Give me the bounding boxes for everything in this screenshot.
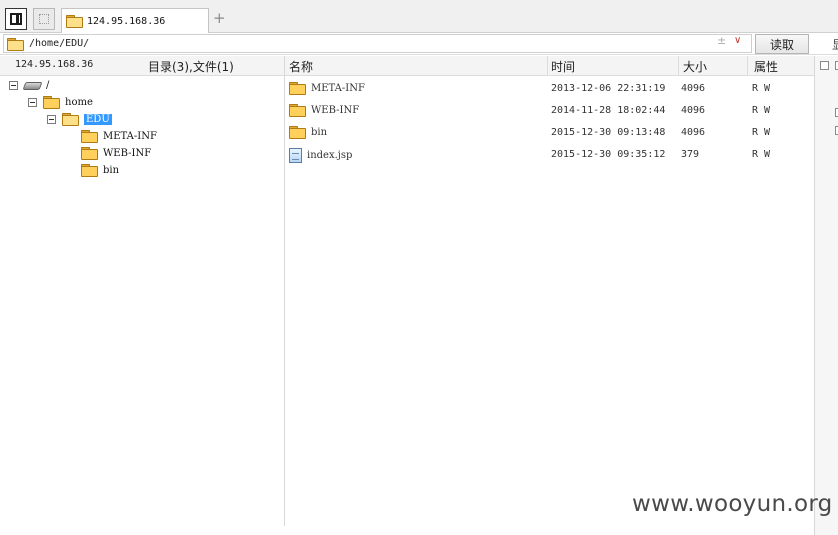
collapse-icon[interactable] — [820, 61, 829, 70]
file-name: bin — [311, 126, 328, 138]
file-time: 2015-12-30 09:13:48 — [551, 127, 666, 138]
folder-icon — [289, 104, 306, 117]
truncated-label: 显 — [832, 36, 838, 53]
file-name-cell: bin — [289, 126, 328, 139]
file-time: 2014-11-28 18:02:44 — [551, 105, 666, 116]
column-divider[interactable] — [678, 56, 679, 76]
address-bar: /home/EDU/ ± ∨ 读取 — [0, 33, 838, 55]
file-name: WEB-INF — [311, 104, 360, 116]
side-panel — [814, 56, 838, 535]
host-label: 124.95.168.36 — [15, 59, 94, 70]
add-tab-button[interactable]: + — [213, 11, 226, 26]
column-divider[interactable] — [547, 56, 548, 76]
tree-label: META-INF — [103, 130, 157, 142]
tree-label: bin — [103, 164, 120, 176]
file-size: 379 — [681, 149, 700, 160]
file-row[interactable]: WEB-INF 2014-11-28 18:02:44 4096 R W — [285, 102, 814, 122]
column-divider[interactable] — [747, 56, 748, 76]
column-header-name[interactable]: 名称 — [289, 58, 313, 75]
panel-icon — [10, 13, 22, 25]
tab-host[interactable]: 124.95.168.36 — [61, 8, 209, 33]
drive-icon — [24, 80, 41, 90]
path-text: /home/EDU/ — [29, 38, 90, 49]
new-blank-button[interactable] — [33, 8, 55, 30]
read-button[interactable]: 读取 — [755, 34, 809, 54]
watermark: www.wooyun.org — [632, 491, 833, 517]
pin-icon[interactable]: ± — [717, 34, 726, 47]
tree-label: WEB-INF — [103, 147, 152, 159]
folder-icon — [81, 147, 98, 160]
file-name-cell: WEB-INF — [289, 104, 360, 117]
tree-node-home[interactable]: home — [28, 94, 93, 110]
file-attr: R W — [752, 149, 771, 160]
file-time: 2015-12-30 09:35:12 — [551, 149, 666, 160]
file-name: META-INF — [311, 82, 365, 94]
tree-header: 124.95.168.36 目录(3),文件(1) — [0, 56, 284, 76]
file-row[interactable]: index.jsp 2015-12-30 09:35:12 379 R W — [285, 146, 814, 166]
file-attr: R W — [752, 105, 771, 116]
file-list-header: 名称 时间 大小 属性 — [285, 56, 814, 76]
tree-node-root[interactable]: / — [9, 77, 49, 93]
path-input[interactable]: /home/EDU/ — [3, 34, 752, 53]
folder-icon — [81, 130, 98, 143]
folder-open-icon — [7, 37, 24, 51]
folder-icon — [289, 126, 306, 139]
folder-open-icon — [62, 113, 79, 126]
file-attr: R W — [752, 83, 771, 94]
file-name-cell: META-INF — [289, 82, 365, 95]
tree-node-edu[interactable]: EDU — [47, 111, 112, 127]
file-size: 4096 — [681, 83, 706, 94]
folder-open-icon — [66, 15, 83, 28]
collapse-icon[interactable] — [9, 80, 18, 90]
tab-label: 124.95.168.36 — [87, 15, 166, 27]
tab-bar: 124.95.168.36 + — [0, 0, 838, 33]
file-name-cell: index.jsp — [289, 148, 352, 163]
column-header-attr[interactable]: 属性 — [754, 58, 778, 75]
collapse-icon[interactable] — [47, 114, 56, 124]
folder-icon — [43, 96, 60, 109]
chevron-down-icon[interactable]: ∨ — [734, 35, 741, 46]
folder-icon — [289, 82, 306, 95]
dir-file-summary: 目录(3),文件(1) — [148, 60, 234, 74]
file-icon — [289, 148, 302, 163]
file-size: 4096 — [681, 127, 706, 138]
collapse-icon[interactable] — [28, 97, 37, 107]
tree-node-bin[interactable]: bin — [81, 162, 119, 178]
tree-node-web-inf[interactable]: WEB-INF — [81, 145, 151, 161]
file-size: 4096 — [681, 105, 706, 116]
folder-icon — [81, 164, 98, 177]
tree-label-home: home — [65, 96, 93, 108]
file-row[interactable]: bin 2015-12-30 09:13:48 4096 R W — [285, 124, 814, 144]
file-name: index.jsp — [307, 150, 353, 161]
tree-label-edu: EDU — [84, 113, 112, 125]
blank-icon — [39, 14, 49, 24]
toggle-panel-button[interactable] — [5, 8, 27, 30]
tree-node-meta-inf[interactable]: META-INF — [81, 128, 157, 144]
column-header-time[interactable]: 时间 — [551, 58, 575, 75]
file-row[interactable]: META-INF 2013-12-06 22:31:19 4096 R W — [285, 80, 814, 100]
column-header-size[interactable]: 大小 — [683, 58, 707, 75]
tree-label-root: / — [46, 79, 50, 91]
file-attr: R W — [752, 127, 771, 138]
file-time: 2013-12-06 22:31:19 — [551, 83, 666, 94]
